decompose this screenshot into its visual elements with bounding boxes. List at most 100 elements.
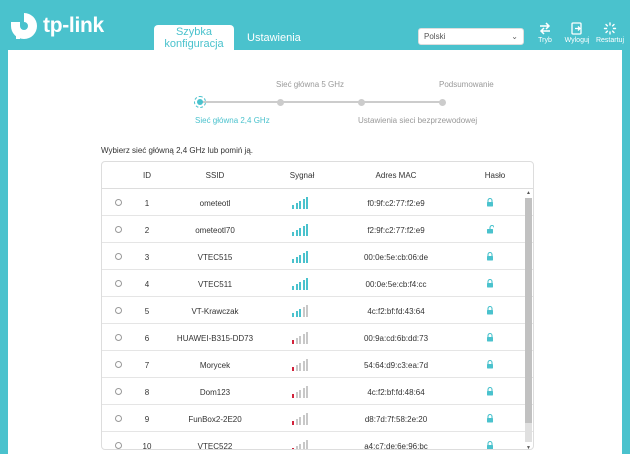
signal-strength-icon bbox=[292, 223, 310, 236]
row-radio[interactable] bbox=[115, 199, 122, 206]
table-row[interactable]: 5 VT-Krawczak 4c:f2:bf:fd:43:64 bbox=[102, 297, 533, 324]
row-radio[interactable] bbox=[115, 280, 122, 287]
restart-button[interactable]: Restartuj bbox=[595, 22, 625, 44]
row-radio[interactable] bbox=[115, 361, 122, 368]
row-radio[interactable] bbox=[115, 307, 122, 314]
table-row[interactable]: 10 VTEC522 a4:c7:de:6e:96:bc bbox=[102, 432, 533, 450]
signal-strength-icon bbox=[292, 439, 310, 449]
signal-strength-icon bbox=[292, 331, 310, 344]
row-id: 8 bbox=[144, 388, 150, 397]
row-id: 2 bbox=[144, 226, 150, 235]
table-row[interactable]: 8 Dom123 4c:f2:bf:fd:48:64 bbox=[102, 378, 533, 405]
lock-icon bbox=[487, 198, 493, 207]
signal-bar bbox=[302, 199, 305, 209]
step-dot-wireless bbox=[358, 99, 365, 106]
signal-bar bbox=[302, 280, 305, 290]
signal-bar bbox=[302, 253, 305, 263]
row-radio[interactable] bbox=[115, 226, 122, 233]
row-ssid: VTEC522 bbox=[197, 442, 233, 450]
signal-bar bbox=[295, 284, 298, 290]
signal-bar bbox=[295, 203, 298, 209]
row-id: 5 bbox=[144, 307, 150, 316]
row-radio[interactable] bbox=[115, 388, 122, 395]
signal-bar bbox=[295, 311, 298, 317]
instruction-text: Wybierz sieć główną 2,4 GHz lub pomiń ją… bbox=[101, 146, 253, 155]
lock-icon bbox=[487, 360, 493, 369]
lock-icon bbox=[487, 306, 493, 315]
table-row[interactable]: 7 Morycek 54:64:d9:c3:ea:7d bbox=[102, 351, 533, 378]
signal-strength-icon bbox=[292, 304, 310, 317]
unlock-icon bbox=[487, 225, 494, 234]
header: tp-link Szybka konfiguracja Ustawienia P… bbox=[0, 0, 630, 50]
tab-quick-setup[interactable]: Szybka konfiguracja bbox=[154, 25, 234, 50]
row-id: 3 bbox=[144, 253, 150, 262]
table-scrollbar[interactable]: ▲ ▼ bbox=[524, 189, 532, 449]
signal-strength-icon bbox=[292, 412, 310, 425]
signal-bar bbox=[292, 340, 294, 344]
row-ssid: VTEC511 bbox=[197, 280, 233, 289]
tab-quick-setup-line1: Szybka bbox=[175, 26, 213, 38]
scroll-up-arrow-icon[interactable]: ▲ bbox=[525, 190, 532, 196]
brand-name: tp-link bbox=[43, 14, 104, 37]
signal-strength-icon bbox=[292, 385, 310, 398]
signal-bar bbox=[302, 415, 305, 425]
signal-bar bbox=[306, 197, 308, 209]
table-row[interactable]: 6 HUAWEI-B315-DD73 00:9a:cd:6b:dd:73 bbox=[102, 324, 533, 351]
table-header: ID SSID Sygnał Adres MAC Hasło bbox=[102, 162, 533, 189]
row-id: 9 bbox=[144, 415, 150, 424]
scrollbar-thumb[interactable] bbox=[525, 198, 532, 423]
lock-icon bbox=[487, 414, 493, 423]
table-row[interactable]: 2 ometeotl70 f2:9f:c2:77:f2:e9 bbox=[102, 216, 533, 243]
chevron-down-icon: ⌄ bbox=[511, 32, 518, 41]
logout-button[interactable]: Wyloguj bbox=[562, 22, 592, 44]
table-row[interactable]: 3 VTEC515 00:0e:5e:cb:06:de bbox=[102, 243, 533, 270]
signal-bar bbox=[292, 232, 294, 236]
scroll-down-arrow-icon[interactable]: ▼ bbox=[525, 445, 532, 449]
row-ssid: VT-Krawczak bbox=[191, 307, 239, 316]
signal-bar bbox=[292, 394, 294, 398]
signal-bar bbox=[299, 282, 301, 290]
tp-link-logo-icon bbox=[11, 13, 37, 39]
row-ssid: ometeotl70 bbox=[195, 226, 235, 235]
signal-bar bbox=[299, 255, 301, 263]
signal-bar bbox=[306, 413, 308, 425]
row-mac: 4c:f2:bf:fd:48:64 bbox=[367, 388, 425, 397]
table-row[interactable]: 4 VTEC511 00:0e:5e:cb:f4:cc bbox=[102, 270, 533, 297]
signal-bar bbox=[295, 257, 298, 263]
row-radio[interactable] bbox=[115, 253, 122, 260]
signal-bar bbox=[299, 201, 301, 209]
signal-bar bbox=[299, 444, 301, 449]
signal-bar bbox=[302, 334, 305, 344]
table-row[interactable]: 9 FunBox2-2E20 d8:7d:7f:58:2e:20 bbox=[102, 405, 533, 432]
language-select[interactable]: Polski ⌄ bbox=[418, 28, 524, 45]
signal-strength-icon bbox=[292, 358, 310, 371]
col-id: ID bbox=[143, 171, 151, 180]
step-line bbox=[200, 101, 443, 103]
row-id: 10 bbox=[142, 442, 152, 450]
row-radio[interactable] bbox=[115, 442, 122, 449]
row-mac: 54:64:d9:c3:ea:7d bbox=[363, 361, 429, 370]
signal-bar bbox=[302, 442, 305, 449]
restart-icon bbox=[603, 22, 617, 35]
row-mac: 4c:f2:bf:fd:43:64 bbox=[367, 307, 425, 316]
mode-button[interactable]: Tryb bbox=[530, 22, 560, 44]
signal-bar bbox=[299, 228, 301, 236]
signal-bar bbox=[306, 278, 308, 290]
table-row[interactable]: 1 ometeotl f0:9f:c2:77:f2:e9 bbox=[102, 189, 533, 216]
lock-icon bbox=[487, 333, 493, 342]
step-label-summary: Podsumowanie bbox=[439, 80, 494, 89]
restart-label: Restartuj bbox=[595, 37, 624, 44]
signal-bar bbox=[292, 286, 294, 290]
signal-bar bbox=[302, 361, 305, 371]
signal-bar bbox=[292, 421, 294, 425]
row-mac: a4:c7:de:6e:96:bc bbox=[364, 442, 428, 450]
signal-bar bbox=[306, 386, 308, 398]
row-radio[interactable] bbox=[115, 334, 122, 341]
logout-icon bbox=[571, 22, 582, 35]
signal-bar bbox=[295, 419, 298, 425]
tab-settings[interactable]: Ustawienia bbox=[247, 32, 301, 44]
col-ssid: SSID bbox=[205, 171, 225, 180]
row-radio[interactable] bbox=[115, 415, 122, 422]
tab-quick-setup-line2: konfiguracja bbox=[164, 38, 224, 50]
row-ssid: ometeotl bbox=[199, 199, 231, 208]
